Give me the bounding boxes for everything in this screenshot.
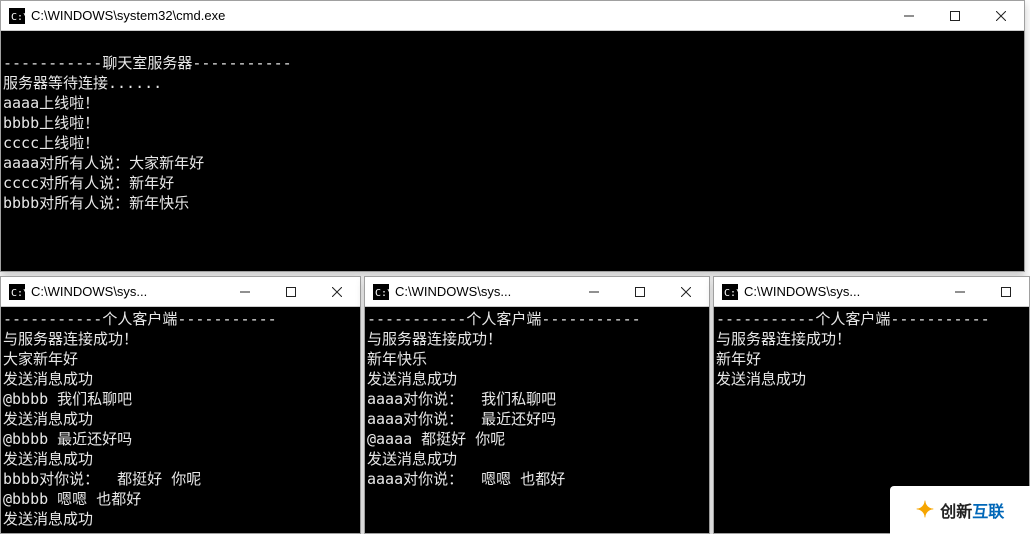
svg-text:C:\: C:\	[724, 288, 738, 299]
swirl-icon: ✦	[916, 497, 934, 523]
titlebar-client3[interactable]: C:\ C:\WINDOWS\sys...	[714, 277, 1029, 307]
titlebar-server[interactable]: C:\ C:\WINDOWS\system32\cmd.exe	[1, 1, 1024, 31]
minimize-button[interactable]	[222, 277, 268, 306]
minimize-button[interactable]	[937, 277, 983, 306]
window-title: C:\WINDOWS\sys...	[31, 284, 222, 299]
window-buttons	[886, 1, 1024, 30]
server-console[interactable]: -----------聊天室服务器----------- 服务器等待连接....…	[1, 31, 1024, 271]
cmd-icon: C:\	[9, 8, 25, 24]
watermark-logo: ✦ 创新互联	[890, 486, 1030, 534]
close-button[interactable]	[663, 277, 709, 306]
titlebar-client2[interactable]: C:\ C:\WINDOWS\sys...	[365, 277, 709, 307]
client2-console[interactable]: -----------个人客户端----------- 与服务器连接成功！ 新年…	[365, 307, 709, 533]
minimize-button[interactable]	[571, 277, 617, 306]
window-title: C:\WINDOWS\sys...	[395, 284, 571, 299]
titlebar-client1[interactable]: C:\ C:\WINDOWS\sys...	[1, 277, 360, 307]
client1-console[interactable]: -----------个人客户端----------- 与服务器连接成功！ 大家…	[1, 307, 360, 533]
client2-window: C:\ C:\WINDOWS\sys... -----------个人客户端--…	[364, 276, 710, 534]
svg-text:C:\: C:\	[375, 288, 389, 299]
cmd-icon: C:\	[373, 284, 389, 300]
svg-text:C:\: C:\	[11, 12, 25, 23]
window-buttons	[937, 277, 1029, 306]
maximize-button[interactable]	[268, 277, 314, 306]
client1-window: C:\ C:\WINDOWS\sys... -----------个人客户端--…	[0, 276, 361, 534]
maximize-button[interactable]	[932, 1, 978, 30]
window-title: C:\WINDOWS\system32\cmd.exe	[31, 8, 886, 23]
brand-text: 创新互联	[940, 498, 1004, 522]
window-buttons	[571, 277, 709, 306]
svg-text:C:\: C:\	[11, 288, 25, 299]
minimize-button[interactable]	[886, 1, 932, 30]
window-buttons	[222, 277, 360, 306]
close-button[interactable]	[314, 277, 360, 306]
window-title: C:\WINDOWS\sys...	[744, 284, 937, 299]
maximize-button[interactable]	[617, 277, 663, 306]
server-window: C:\ C:\WINDOWS\system32\cmd.exe --------…	[0, 0, 1025, 272]
close-button[interactable]	[978, 1, 1024, 30]
maximize-button[interactable]	[983, 277, 1029, 306]
cmd-icon: C:\	[9, 284, 25, 300]
cmd-icon: C:\	[722, 284, 738, 300]
